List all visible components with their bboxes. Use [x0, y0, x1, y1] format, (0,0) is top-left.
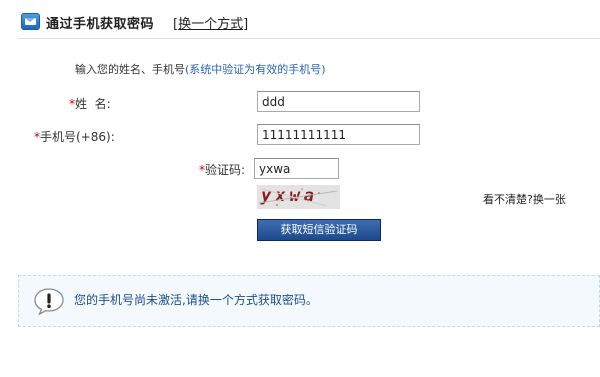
mail-icon: [21, 13, 40, 30]
captcha-image-text: yxwa: [261, 186, 318, 206]
switch-bracket-close: ]: [243, 17, 249, 32]
phone-input[interactable]: [257, 124, 420, 145]
page-title: 通过手机获取密码: [46, 17, 155, 32]
captcha-label-text: 验证码:: [205, 163, 246, 177]
header-divider: [18, 38, 600, 39]
instruction: 输入您的姓名、手机号(系统中验证为有效的手机号): [75, 61, 326, 77]
captcha-label: *验证码:: [199, 161, 245, 178]
instruction-text: 输入您的姓名、手机号: [75, 63, 185, 76]
instruction-hint: (系统中验证为有效的手机号): [185, 63, 326, 76]
captcha-input[interactable]: [254, 158, 339, 179]
phone-label-text: 手机号(+86):: [40, 130, 115, 144]
password-recovery-page: 通过手机获取密码 [换一个方式] 输入您的姓名、手机号(系统中验证为有效的手机号…: [0, 0, 600, 377]
name-label: *姓 名:: [69, 95, 111, 112]
name-input[interactable]: [257, 91, 420, 112]
refresh-captcha-link[interactable]: 看不清楚?换一张: [483, 191, 566, 207]
captcha-image[interactable]: yxwa: [257, 185, 340, 209]
notice-text: 您的手机号尚未激活,请换一个方式获取密码。: [74, 293, 318, 307]
notice-box: 您的手机号尚未激活,请换一个方式获取密码。: [18, 275, 600, 327]
name-label-text: 姓 名:: [75, 97, 111, 111]
switch-method-link[interactable]: [换一个方式]: [173, 13, 248, 32]
switch-method-label[interactable]: 换一个方式: [178, 17, 243, 32]
phone-label: *手机号(+86):: [34, 128, 115, 145]
get-sms-code-button[interactable]: 获取短信验证码: [257, 219, 381, 241]
exclamation-icon: [34, 288, 64, 315]
